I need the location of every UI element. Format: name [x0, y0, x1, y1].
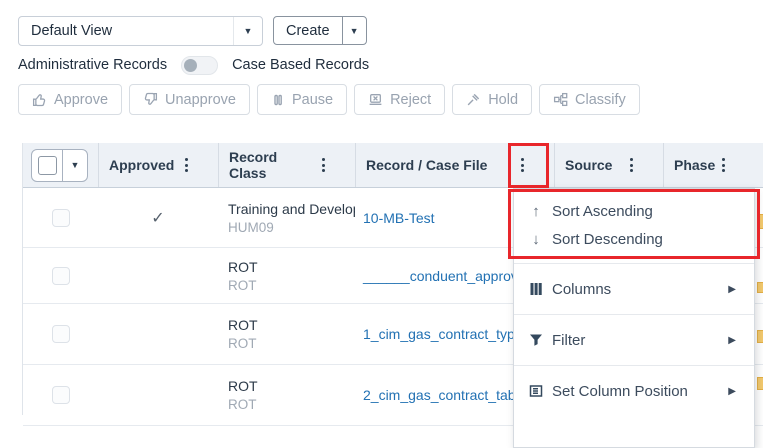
row-checkbox[interactable]: [52, 325, 70, 343]
view-select-value: Default View: [19, 23, 233, 39]
arrow-down-icon: ↓: [528, 231, 544, 248]
row-checkbox[interactable]: [52, 209, 70, 227]
phase-badge-sliver: [757, 214, 763, 229]
column-header-phase[interactable]: Phase: [663, 143, 763, 187]
record-file-link[interactable]: 1_cim_gas_contract_type: [363, 326, 523, 342]
kebab-menu-icon[interactable]: [517, 154, 528, 176]
hold-button[interactable]: Hold: [452, 84, 532, 115]
select-all-caret-down-icon[interactable]: ▼: [63, 150, 87, 181]
pause-icon: [271, 93, 285, 107]
case-based-records-label: Case Based Records: [232, 57, 369, 73]
submenu-caret-icon: ▶: [728, 335, 736, 346]
create-button[interactable]: Create: [274, 17, 342, 44]
columns-icon: [528, 282, 544, 296]
select-all-split-button[interactable]: ▼: [31, 149, 88, 182]
table-header-row: ▼ Approved Record Class Record / Case Fi…: [23, 143, 763, 188]
menu-item-filter[interactable]: Filter ▶: [514, 314, 754, 365]
column-label: Record / Case File: [356, 157, 487, 173]
approve-button-label: Approve: [54, 92, 108, 108]
pause-button[interactable]: Pause: [257, 84, 347, 115]
column-header-record-case-file[interactable]: Record / Case File: [355, 143, 554, 187]
record-class-code: ROT: [228, 397, 257, 412]
approve-button[interactable]: Approve: [18, 84, 122, 115]
unapprove-button[interactable]: Unapprove: [129, 84, 250, 115]
menu-item-label: Set Column Position: [552, 383, 688, 400]
column-label: Phase: [664, 157, 715, 173]
column-header-record-class[interactable]: Record Class: [218, 143, 355, 187]
record-actions-toolbar: Approve Unapprove Pause: [18, 84, 640, 115]
column-label: Record Class: [219, 149, 318, 181]
phase-badge-sliver: [757, 330, 763, 343]
reject-icon: [368, 92, 383, 107]
kebab-menu-icon[interactable]: [318, 154, 329, 176]
record-class-name: ROT: [228, 317, 258, 333]
row-checkbox[interactable]: [52, 267, 70, 285]
menu-item-sort-ascending[interactable]: ↑ Sort Ascending: [514, 197, 754, 225]
approved-check-icon: [98, 304, 218, 364]
select-all-checkbox[interactable]: [32, 150, 63, 181]
administrative-records-label: Administrative Records: [18, 57, 167, 73]
record-class-name: ROT: [228, 259, 258, 275]
row-checkbox[interactable]: [52, 386, 70, 404]
kebab-menu-icon[interactable]: [626, 154, 637, 176]
menu-item-label: Sort Descending: [552, 231, 663, 248]
toggle-knob: [184, 59, 197, 72]
phase-badge-sliver: [757, 282, 763, 293]
record-class-code: ROT: [228, 278, 257, 293]
approved-check-icon: [98, 365, 218, 425]
thumbs-up-icon: [32, 92, 47, 107]
menu-item-label: Columns: [552, 281, 611, 298]
menu-item-label: Filter: [552, 332, 585, 349]
view-select[interactable]: Default View ▼: [18, 16, 263, 46]
record-class-code: HUM09: [228, 220, 274, 235]
header-select-cell: ▼: [23, 143, 98, 187]
hold-button-label: Hold: [488, 92, 518, 108]
record-file-link[interactable]: 10-MB-Test: [363, 210, 435, 226]
column-header-source[interactable]: Source: [554, 143, 663, 187]
filter-icon: [528, 333, 544, 347]
reject-button[interactable]: Reject: [354, 84, 445, 115]
column-label: Source: [555, 157, 612, 173]
reject-button-label: Reject: [390, 92, 431, 108]
record-class-name: ROT: [228, 378, 258, 394]
record-file-link[interactable]: 2_cim_gas_contract_tab_: [363, 387, 523, 403]
classify-icon: [553, 92, 568, 107]
approved-check-icon: ✓: [98, 188, 218, 247]
column-position-icon: [528, 384, 544, 398]
column-context-menu: ↑ Sort Ascending ↓ Sort Descending Colum…: [513, 188, 755, 448]
submenu-caret-icon: ▶: [728, 284, 736, 295]
record-type-toggle-row: Administrative Records Case Based Record…: [18, 54, 369, 76]
arrow-up-icon: ↑: [528, 203, 544, 220]
record-class-name: Training and Development: [228, 201, 355, 217]
classify-button[interactable]: Classify: [539, 84, 640, 115]
kebab-menu-icon[interactable]: [718, 154, 729, 176]
create-split-button[interactable]: Create ▼: [273, 16, 367, 45]
gavel-icon: [466, 92, 481, 107]
menu-item-columns[interactable]: Columns ▶: [514, 263, 754, 314]
phase-badge-sliver: [757, 377, 763, 390]
menu-item-sort-descending[interactable]: ↓ Sort Descending: [514, 225, 754, 253]
record-file-link[interactable]: ______conduent_approve: [363, 268, 526, 284]
caret-down-icon[interactable]: ▼: [233, 17, 262, 45]
record-type-toggle[interactable]: [181, 56, 218, 75]
record-class-code: ROT: [228, 336, 257, 351]
sort-group: ↑ Sort Ascending ↓ Sort Descending: [514, 197, 754, 253]
column-header-approved[interactable]: Approved: [98, 143, 218, 187]
menu-item-set-column-position[interactable]: Set Column Position ▶: [514, 365, 754, 416]
thumbs-down-icon: [143, 92, 158, 107]
create-caret-down-icon[interactable]: ▼: [342, 17, 366, 44]
unapprove-button-label: Unapprove: [165, 92, 236, 108]
column-label: Approved: [99, 157, 174, 173]
classify-button-label: Classify: [575, 92, 626, 108]
submenu-caret-icon: ▶: [728, 386, 736, 397]
menu-item-label: Sort Ascending: [552, 203, 653, 220]
checkbox-icon: [38, 156, 57, 175]
pause-button-label: Pause: [292, 92, 333, 108]
kebab-menu-icon[interactable]: [181, 154, 192, 176]
approved-check-icon: [98, 248, 218, 303]
